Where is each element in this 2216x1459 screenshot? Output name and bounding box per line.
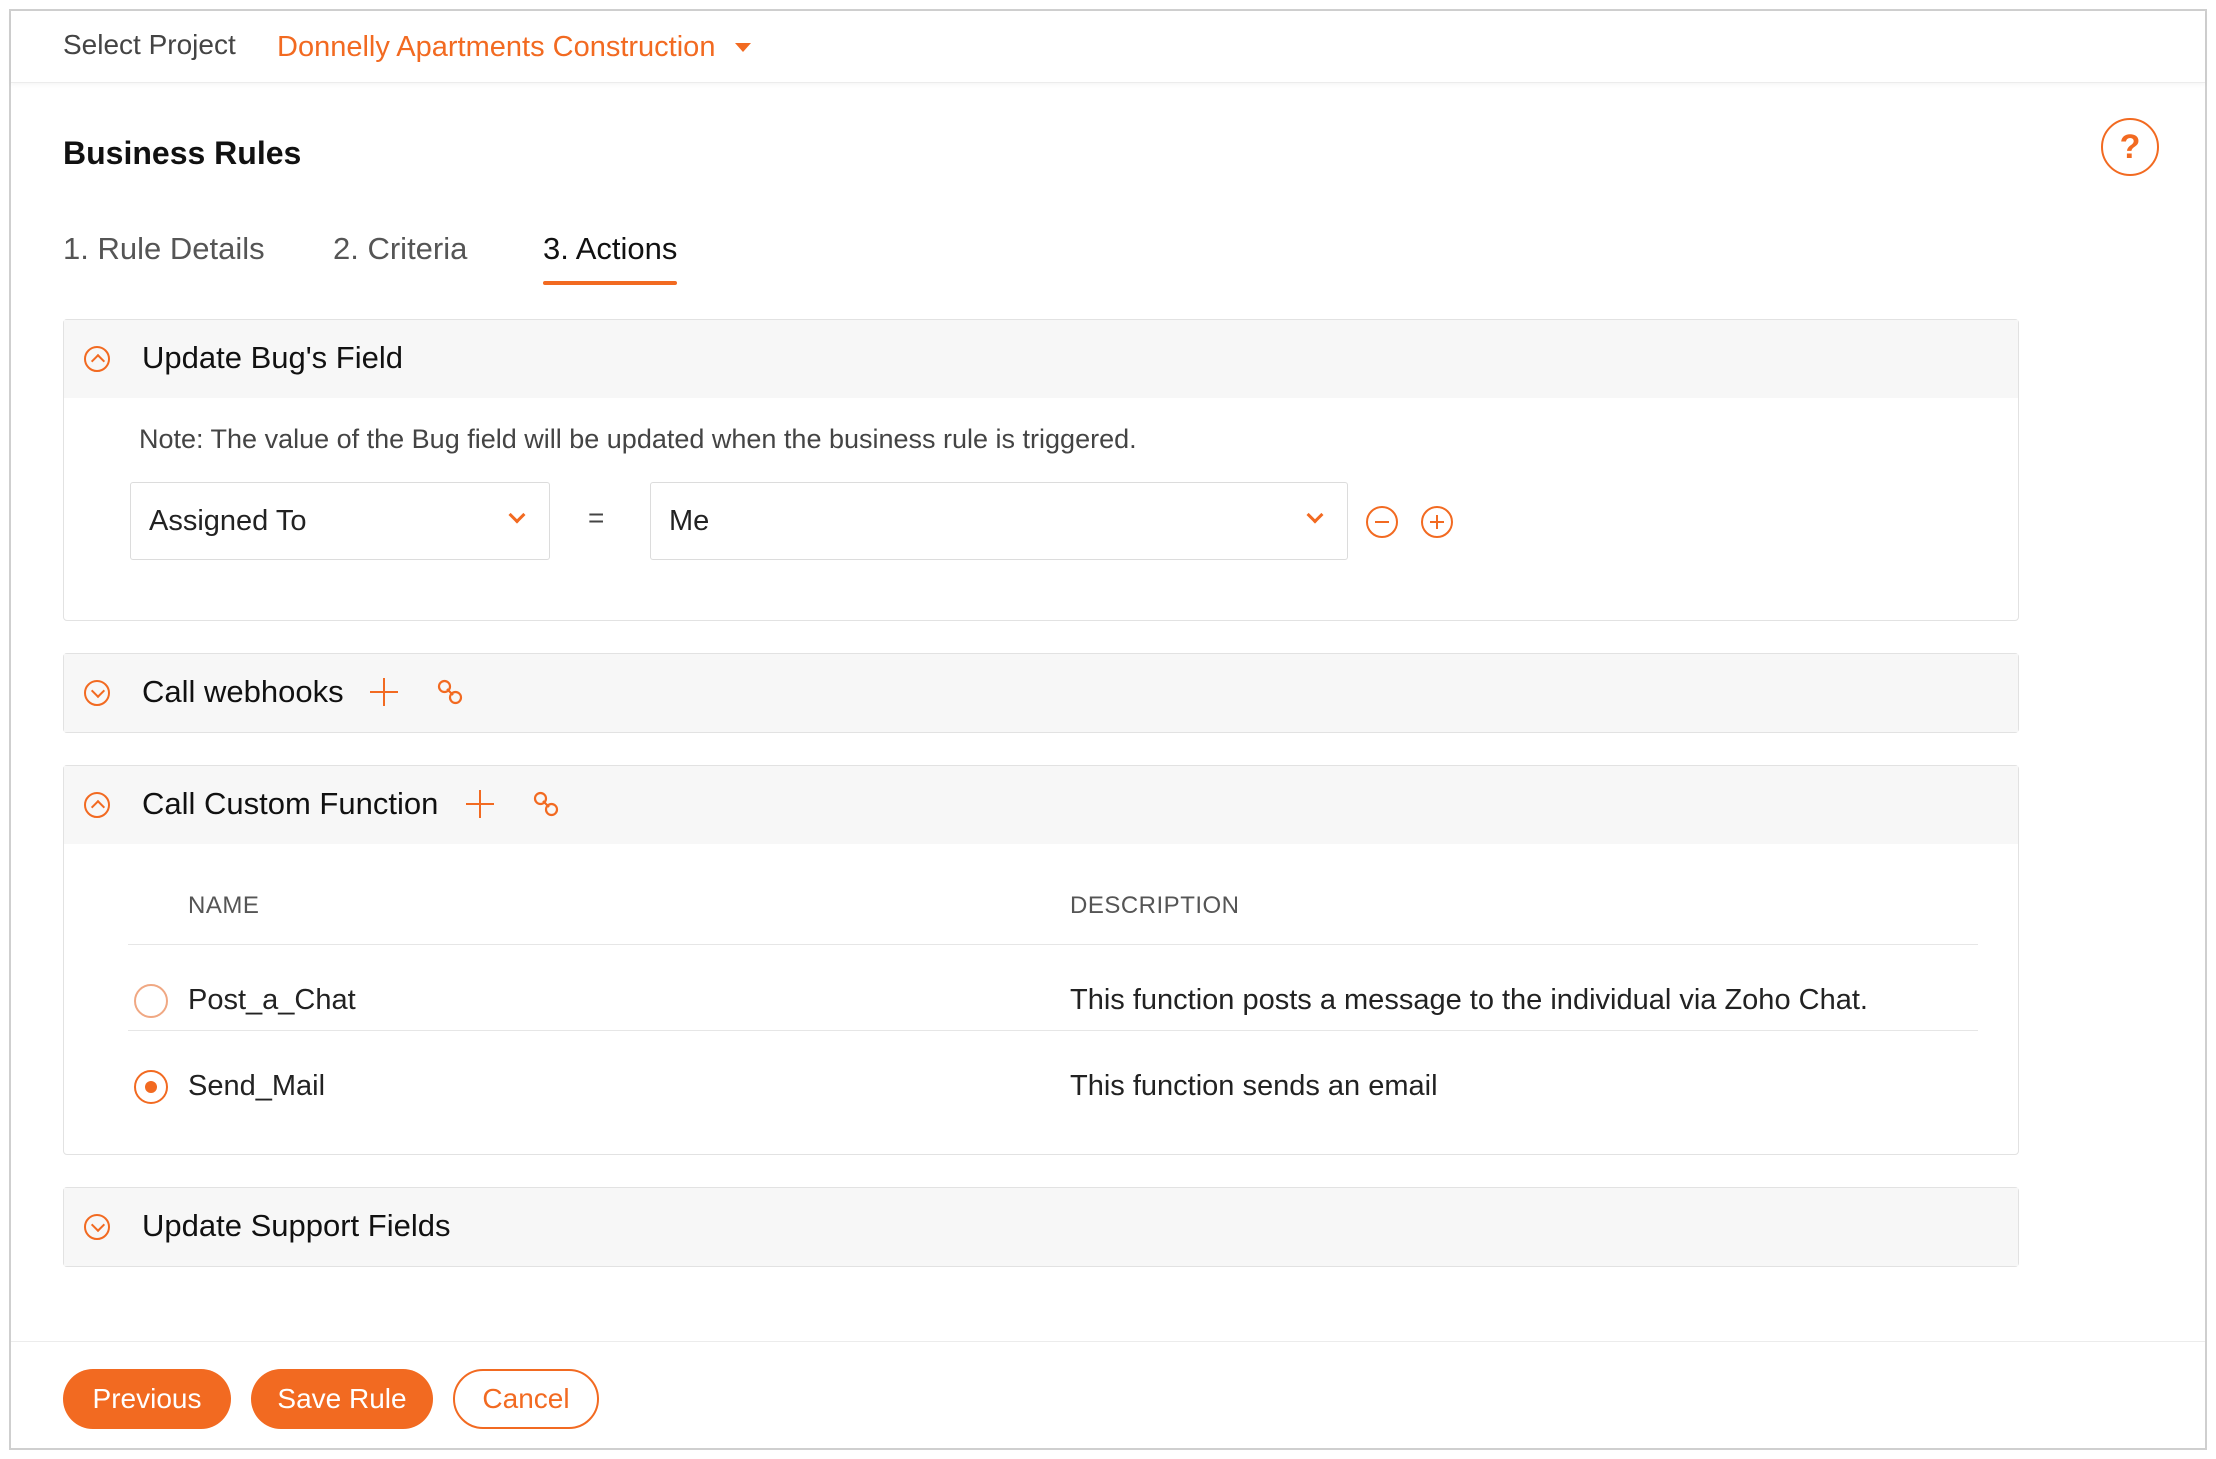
expand-icon[interactable] xyxy=(84,1214,110,1240)
link-function-icon[interactable] xyxy=(532,790,562,820)
field-select-value: Assigned To xyxy=(149,505,307,537)
panel-title: Call webhooks xyxy=(142,674,344,709)
cancel-button[interactable]: Cancel xyxy=(453,1369,599,1429)
panel-header: Update Bug's Field xyxy=(64,320,2018,398)
add-webhook-icon[interactable] xyxy=(370,678,398,706)
chevron-down-icon xyxy=(1306,506,1324,524)
project-name: Donnelly Apartments Construction xyxy=(277,31,716,63)
function-description: This function posts a message to the ind… xyxy=(1070,984,1868,1016)
select-project-label: Select Project xyxy=(63,29,236,60)
field-select[interactable]: Assigned To xyxy=(130,482,550,560)
divider xyxy=(128,944,1978,945)
column-header-description: DESCRIPTION xyxy=(1070,892,1240,919)
panel-call-webhooks: Call webhooks xyxy=(63,653,2019,733)
add-condition-icon[interactable] xyxy=(1421,506,1453,538)
chevron-down-icon xyxy=(508,506,526,524)
radio-post-a-chat[interactable] xyxy=(134,984,168,1018)
function-name: Post_a_Chat xyxy=(188,984,356,1016)
value-select-value: Me xyxy=(669,505,710,537)
panel-title: Update Bug's Field xyxy=(142,340,403,375)
add-function-icon[interactable] xyxy=(466,790,494,818)
panel-header: Call Custom Function xyxy=(64,766,2018,844)
divider xyxy=(128,1030,1978,1031)
panel-call-custom-function: Call Custom Function NAME DESCRIPTION Po… xyxy=(63,765,2019,1155)
collapse-icon[interactable] xyxy=(84,792,110,818)
footer-divider xyxy=(11,1341,2205,1342)
page-title: Business Rules xyxy=(63,135,302,171)
previous-button[interactable]: Previous xyxy=(63,1369,231,1429)
tab-actions[interactable]: 3. Actions xyxy=(543,231,678,285)
panel-header: Call webhooks xyxy=(64,654,2018,732)
tab-criteria[interactable]: 2. Criteria xyxy=(333,231,467,267)
remove-condition-icon[interactable] xyxy=(1366,506,1398,538)
help-icon-glyph: ? xyxy=(2119,127,2141,166)
column-header-name: NAME xyxy=(188,892,260,919)
expand-icon[interactable] xyxy=(84,680,110,706)
function-name: Send_Mail xyxy=(188,1070,326,1102)
panel-update-support-fields: Update Support Fields xyxy=(63,1187,2019,1267)
app-frame: Select Project Donnelly Apartments Const… xyxy=(9,9,2207,1450)
collapse-icon[interactable] xyxy=(84,346,110,372)
help-icon[interactable]: ? xyxy=(2101,118,2159,176)
update-note: Note: The value of the Bug field will be… xyxy=(139,424,1137,454)
function-description: This function sends an email xyxy=(1070,1070,1438,1102)
value-select[interactable]: Me xyxy=(650,482,1348,560)
link-webhook-icon[interactable] xyxy=(436,678,466,708)
panel-header: Update Support Fields xyxy=(64,1188,2018,1266)
panel-title: Call Custom Function xyxy=(142,786,439,821)
radio-send-mail[interactable] xyxy=(134,1070,168,1104)
tab-rule-details[interactable]: 1. Rule Details xyxy=(63,231,265,267)
project-bar: Select Project Donnelly Apartments Const… xyxy=(11,11,2205,83)
panel-update-bug-field: Update Bug's Field Note: The value of th… xyxy=(63,319,2019,621)
project-dropdown[interactable]: Donnelly Apartments Construction xyxy=(277,31,752,64)
equals-operator: = xyxy=(588,502,605,533)
caret-down-icon xyxy=(735,43,752,52)
save-rule-button[interactable]: Save Rule xyxy=(251,1369,433,1429)
panel-title: Update Support Fields xyxy=(142,1208,451,1243)
